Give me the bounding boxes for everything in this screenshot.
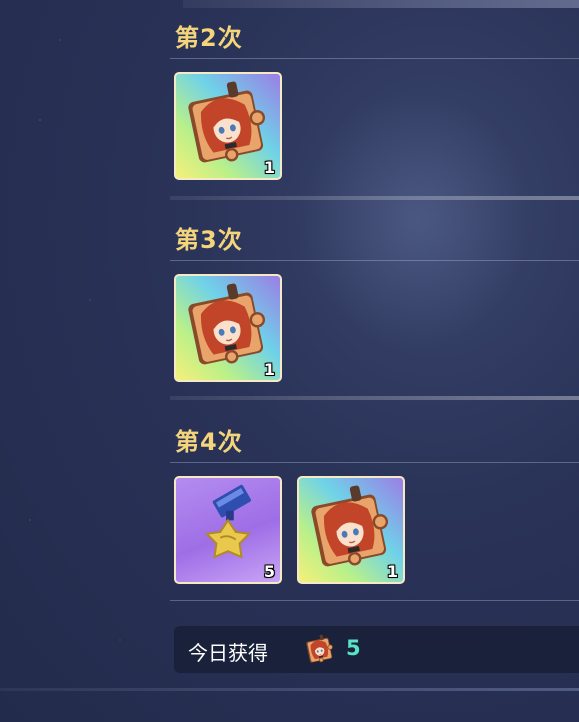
bottom-divider [0, 688, 579, 691]
reward-item[interactable]: 1 [174, 274, 282, 382]
section-divider [170, 58, 579, 59]
section-title: 第3次 [175, 226, 243, 254]
section-title: 第4次 [175, 428, 243, 456]
section-divider [170, 260, 579, 261]
character-puzzle-piece-icon [304, 632, 336, 665]
reward-item[interactable]: 1 [297, 476, 405, 584]
top-divider [183, 0, 579, 8]
section-divider [170, 600, 579, 601]
reward-section-4: 第4次 5 1 [170, 422, 579, 612]
daily-obtained-count: 5 [346, 636, 361, 660]
section-title: 第2次 [175, 24, 243, 52]
reward-item[interactable]: 1 [174, 72, 282, 180]
reward-item[interactable]: 5 [174, 476, 282, 584]
daily-obtained-bar: 今日获得 5 [174, 626, 579, 673]
item-quantity: 1 [263, 360, 275, 379]
item-quantity: 1 [263, 158, 275, 177]
reward-section-2: 第2次 1 [170, 18, 579, 200]
reward-section-3: 第3次 1 [170, 220, 579, 400]
daily-obtained-label: 今日获得 [188, 641, 268, 665]
section-divider [170, 462, 579, 463]
item-quantity: 5 [263, 562, 275, 581]
section-band [170, 396, 579, 400]
section-band [170, 196, 579, 200]
item-quantity: 1 [386, 562, 398, 581]
